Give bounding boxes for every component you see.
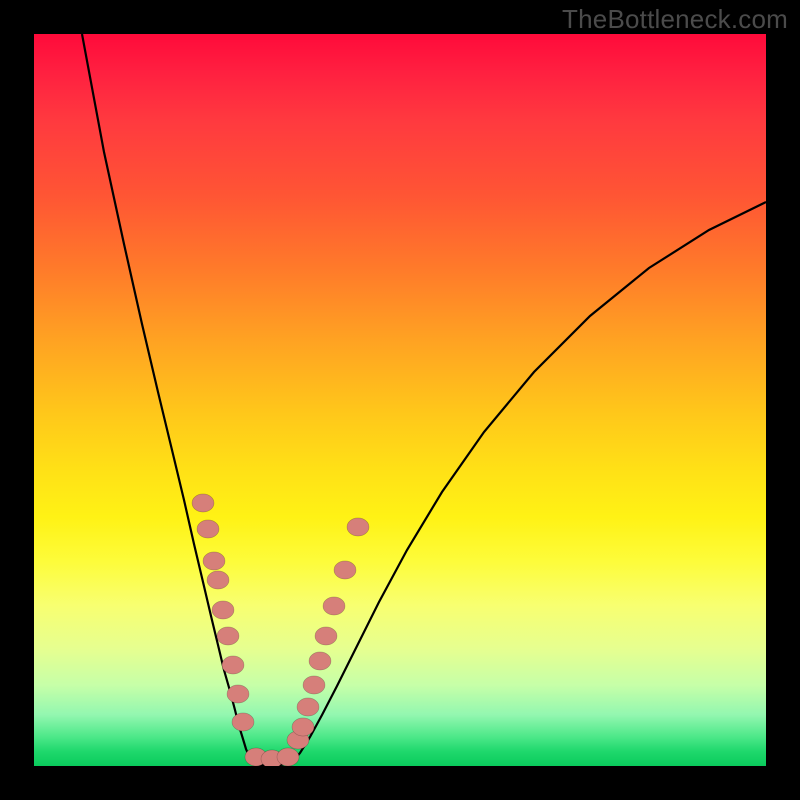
marker-dot xyxy=(303,676,325,694)
chart-svg xyxy=(34,34,766,766)
outer-frame: TheBottleneck.com xyxy=(0,0,800,800)
marker-dot xyxy=(277,748,299,766)
curve-group xyxy=(82,34,766,766)
marker-dot xyxy=(197,520,219,538)
marker-dot xyxy=(207,571,229,589)
marker-group xyxy=(192,494,369,766)
marker-dot xyxy=(315,627,337,645)
marker-dot xyxy=(309,652,331,670)
left-branch-path xyxy=(82,34,251,761)
marker-dot xyxy=(323,597,345,615)
marker-dot xyxy=(297,698,319,716)
marker-dot xyxy=(192,494,214,512)
marker-dot xyxy=(217,627,239,645)
plot-area xyxy=(34,34,766,766)
marker-dot xyxy=(203,552,225,570)
right-branch-path xyxy=(292,202,766,762)
marker-dot xyxy=(334,561,356,579)
marker-dot xyxy=(227,685,249,703)
marker-dot xyxy=(222,656,244,674)
marker-dot xyxy=(232,713,254,731)
watermark-text: TheBottleneck.com xyxy=(562,4,788,35)
marker-dot xyxy=(292,718,314,736)
marker-dot xyxy=(347,518,369,536)
marker-dot xyxy=(212,601,234,619)
